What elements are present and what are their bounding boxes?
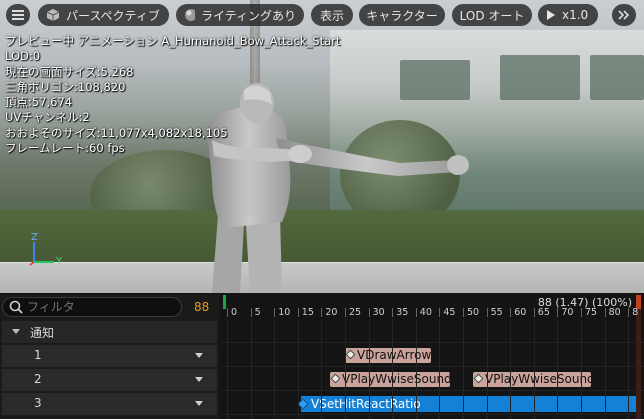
ruler-tick-label: 40 (415, 307, 432, 318)
axis-y-label: Y (56, 256, 63, 267)
ruler-tick-label: 10 (274, 307, 291, 318)
stat-vertices: 頂点:57,674 (5, 95, 73, 110)
ruler-tick-label: 30 (368, 307, 385, 318)
grid-line (581, 319, 582, 419)
stat-lod: LOD:0 (5, 49, 41, 64)
filter-input[interactable] (27, 299, 177, 315)
axis-gizmo: Z Y (26, 232, 76, 272)
ruler-tick-label: 55 (486, 307, 503, 318)
grid-line (510, 319, 512, 419)
notify-state[interactable]: VSetHitReactRatio (301, 396, 636, 412)
ruler-tick-label: 15 (297, 307, 314, 318)
show-label: 表示 (319, 8, 344, 23)
ruler-tick-label: 35 (392, 307, 409, 318)
notify-header-row[interactable]: 通知 (2, 321, 217, 343)
track-row-label: 2 (34, 372, 42, 386)
ruler-tick-label: 70 (557, 307, 574, 318)
ruler-tick-label: 25 (344, 307, 362, 318)
ruler-tick-label: 75 (580, 307, 598, 318)
ruler-tick-label: 65 (533, 307, 550, 318)
stat-uv-channels: UVチャンネル:2 (5, 110, 90, 125)
grid-line (463, 319, 464, 419)
track-row-label: 3 (34, 396, 42, 410)
lod-label: LOD オート (459, 8, 525, 23)
double-chevron-right-icon (618, 10, 630, 20)
grid-line (557, 319, 559, 419)
perspective-button[interactable]: パースペクティブ (38, 4, 169, 26)
hamburger-icon (12, 10, 24, 20)
menu-button[interactable] (6, 4, 30, 26)
grid-line (250, 319, 252, 419)
grid-line (604, 319, 606, 419)
timeline-panel[interactable]: 88 (1.47) (100%) 0 5 10 15 20 25 30 35 40 45 50 55 6… (221, 295, 644, 419)
stat-approx-size: おおよそのサイズ:11,077x4,082x18,105 (5, 125, 228, 140)
track-row-2[interactable]: 2 (2, 369, 217, 391)
grid-line (368, 319, 370, 419)
viewport-stats: プレビュー中 アニメーション A_Humanoid_Bow_Attack_Sta… (5, 34, 340, 156)
collapse-arrow-icon[interactable] (12, 329, 20, 334)
ruler-tick-label: 60 (510, 307, 527, 318)
play-icon (547, 10, 555, 20)
lighting-button[interactable]: ライティングあり (176, 4, 304, 26)
ruler-tick-label: 5 (250, 307, 261, 318)
time-ruler[interactable]: 0 5 10 15 20 25 30 35 40 45 50 55 60 65 70 75 80 8 (221, 307, 644, 319)
grid-line (392, 319, 394, 419)
track-list-panel: 88 通知 1 2 3 (0, 295, 219, 419)
ruler-tick-label: 20 (321, 307, 338, 318)
track-row-3[interactable]: 3 (2, 393, 217, 415)
grid-line (628, 319, 630, 419)
lod-button[interactable]: LOD オート (452, 4, 532, 26)
frame-count: 88 (194, 300, 210, 314)
character-button[interactable]: キャラクター (359, 4, 445, 26)
grid-line (533, 319, 535, 419)
grid-line (345, 319, 346, 419)
grid-line (297, 319, 299, 419)
playback-speed-button[interactable]: x1.0 (538, 4, 598, 26)
notify-event[interactable]: VDrawArrow (345, 348, 431, 363)
grid-line (486, 319, 488, 419)
grid-line (415, 319, 417, 419)
filter-box[interactable] (2, 297, 182, 317)
dropdown-arrow-icon[interactable] (195, 377, 203, 382)
grid-line (321, 319, 323, 419)
lighting-label: ライティングあり (200, 8, 296, 23)
show-button[interactable]: 表示 (311, 4, 353, 26)
sphere-icon (185, 9, 195, 21)
stat-triangles: 三角ポリゴン:108,820 (5, 79, 126, 94)
speed-label: x1.0 (562, 8, 589, 22)
expand-toolbar-button[interactable] (612, 4, 636, 26)
notify-header-label: 通知 (30, 326, 55, 340)
ruler-tick-label: 80 (604, 307, 621, 318)
grid-line (227, 319, 228, 419)
track-row-1[interactable]: 1 (2, 345, 217, 367)
track-row-label: 1 (34, 348, 42, 362)
grid-line (274, 319, 276, 419)
axis-z-label: Z (31, 232, 38, 243)
cube-icon (46, 9, 60, 21)
stat-framerate: フレームレート:60 fps (5, 141, 125, 156)
dropdown-arrow-icon[interactable] (195, 401, 203, 406)
stat-screen-size: 現在の画面サイズ:5.268 (5, 64, 134, 79)
ruler-tick-label: 45 (439, 307, 456, 318)
preview-viewport[interactable]: パースペクティブ ライティングあり 表示 キャラクター LOD オート x1.0… (0, 0, 644, 293)
search-icon (9, 300, 23, 314)
perspective-label: パースペクティブ (66, 8, 160, 23)
character-label: キャラクター (366, 8, 438, 23)
ruler-tick-label: 8 (628, 307, 639, 318)
notify-event[interactable]: VPlayWwiseSound (473, 372, 595, 387)
grid-line (439, 319, 441, 419)
stat-preview: プレビュー中 アニメーション A_Humanoid_Bow_Attack_Sta… (5, 34, 341, 48)
dropdown-arrow-icon[interactable] (195, 353, 203, 358)
notify-event[interactable]: VPlayWwiseSound (330, 372, 452, 387)
ruler-tick-label: 0 (226, 307, 238, 318)
ruler-tick-label: 50 (462, 307, 480, 318)
